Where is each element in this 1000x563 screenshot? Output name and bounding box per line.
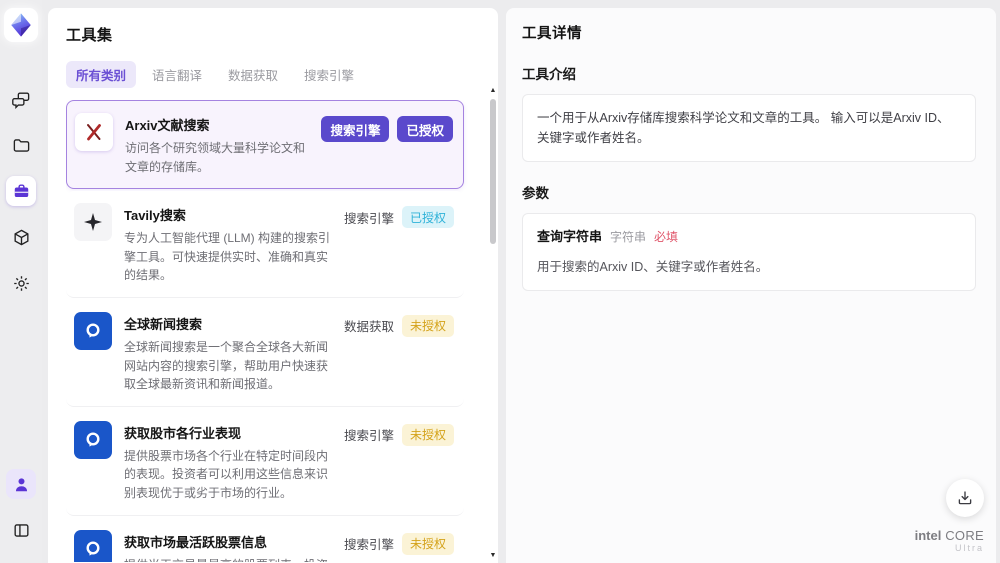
tool-description: 提供股票市场各个行业在特定时间段内的表现。投资者可以利用这些信息来识别表现优于或… — [124, 448, 329, 500]
tool-card[interactable]: 获取股市各行业表现 提供股票市场各个行业在特定时间段内的表现。投资者可以利用这些… — [66, 408, 464, 516]
parameter-name: 查询字符串 — [537, 229, 603, 244]
details-title: 工具详情 — [522, 26, 582, 42]
newsq-icon — [74, 529, 112, 562]
intro-box: 一个用于从Arxiv存储库搜索科学论文和文章的工具。 输入可以是Arxiv ID… — [522, 94, 976, 162]
tool-name: 全球新闻搜索 — [124, 316, 203, 332]
params-heading: 参数 — [522, 186, 549, 201]
tool-status-badge: 未授权 — [401, 532, 454, 555]
arxiv-icon — [75, 113, 113, 151]
tool-body: Arxiv文献搜索 访问各个研究领域大量科学论文和文章的存储库。 — [125, 113, 321, 176]
download-icon — [958, 491, 972, 505]
tool-category-tag: 搜索引擎 — [321, 116, 390, 142]
tool-name: Tavily搜索 — [124, 208, 186, 224]
sidebar-item-settings[interactable] — [6, 268, 36, 298]
tool-body: 获取股市各行业表现 提供股票市场各个行业在特定时间段内的表现。投资者可以利用这些… — [124, 421, 344, 503]
spark-icon — [74, 203, 112, 242]
sidebar-item-files[interactable] — [6, 130, 36, 160]
tool-description: 专为人工智能代理 (LLM) 构建的搜索引擎工具。可快速提供实时、准确和真实的结… — [124, 231, 331, 283]
tool-status-badge: 已授权 — [401, 206, 454, 229]
tool-category-tag: 搜索引擎 — [343, 211, 394, 226]
tool-description: 全球新闻搜索是一个聚合全球各大新闻网站内容的搜索引擎，帮助用户快速获取全球最新资… — [124, 339, 329, 392]
sidebar-item-chat[interactable] — [6, 84, 36, 114]
tool-description: 提供当天交易量最高的股票列表，投资者可以利用这些信息来识别流动性强的股票和潜在的… — [124, 556, 334, 562]
tool-description: 访问各个研究领域大量科学论文和文章的存储库。 — [125, 141, 306, 174]
briefcase-icon — [14, 183, 28, 197]
sidebar-item-panel-toggle[interactable] — [6, 515, 36, 545]
cube-icon — [13, 229, 29, 245]
category-tabs: 所有类别 语言翻译 数据获取 搜索引擎 — [66, 61, 478, 88]
app-logo[interactable] — [4, 8, 38, 42]
tool-body: Tavily搜索 专为人工智能代理 (LLM) 构建的搜索引擎工具。可快速提供实… — [124, 203, 344, 285]
ultra-wordmark: Ultra — [954, 543, 984, 553]
tab-data-fetch[interactable]: 数据获取 — [218, 61, 288, 88]
tool-body: 全球新闻搜索 全球新闻搜索是一个聚合全球各大新闻网站内容的搜索引擎，帮助用户快速… — [124, 312, 344, 394]
tool-meta: 搜索引擎 未授权 — [343, 532, 454, 555]
tool-category-tag: 数据获取 — [343, 320, 394, 335]
tool-card[interactable]: Tavily搜索 专为人工智能代理 (LLM) 构建的搜索引擎工具。可快速提供实… — [66, 191, 464, 298]
diamond-logo-icon — [11, 13, 31, 37]
sidebar-item-user[interactable] — [6, 469, 36, 499]
tool-meta: 搜索引擎 未授权 — [343, 423, 454, 446]
newsq-icon — [74, 420, 112, 459]
tool-list: Arxiv文献搜索 访问各个研究领域大量科学论文和文章的存储库。 搜索引擎 已授… — [66, 100, 478, 562]
intel-wordmark: intel — [914, 528, 942, 543]
newsq-icon — [74, 311, 112, 350]
tool-name: Arxiv文献搜索 — [125, 118, 210, 133]
gear-icon — [13, 275, 29, 291]
tool-list-scrollbar[interactable]: ▲ ▼ — [488, 86, 498, 561]
parameter-type: 字符串 — [610, 230, 647, 244]
tool-card[interactable]: Arxiv文献搜索 访问各个研究领域大量科学论文和文章的存储库。 搜索引擎 已授… — [66, 100, 464, 190]
tool-status-badge: 未授权 — [401, 314, 454, 337]
sidebar-item-models[interactable] — [6, 222, 36, 252]
chat-icon — [11, 91, 29, 109]
scroll-down-icon[interactable]: ▼ — [488, 551, 498, 561]
intro-heading: 工具介绍 — [522, 67, 576, 82]
tool-meta: 搜索引擎 已授权 — [343, 206, 454, 229]
tool-category-tag: 搜索引擎 — [343, 538, 394, 553]
tool-body: 获取市场最活跃股票信息 提供当天交易量最高的股票列表，投资者可以利用这些信息来识… — [124, 530, 344, 562]
layout-toggle-icon — [13, 523, 29, 537]
folder-icon — [13, 138, 29, 152]
page-title: 工具集 — [66, 27, 113, 44]
tool-status-badge: 未授权 — [401, 423, 454, 446]
intro-text: 一个用于从Arxiv存储库搜索科学论文和文章的工具。 输入可以是Arxiv ID… — [537, 111, 950, 145]
download-button[interactable] — [946, 479, 984, 517]
tool-meta: 数据获取 未授权 — [343, 314, 454, 337]
parameter-header: 查询字符串 字符串 必填 — [537, 227, 961, 248]
left-rail — [0, 0, 42, 563]
tool-details-panel: 工具详情 工具介绍 一个用于从Arxiv存储库搜索科学论文和文章的工具。 输入可… — [506, 8, 996, 563]
tool-card[interactable]: 获取市场最活跃股票信息 提供当天交易量最高的股票列表，投资者可以利用这些信息来识… — [66, 517, 464, 562]
tab-all-categories[interactable]: 所有类别 — [66, 61, 137, 88]
core-wordmark: CORE — [945, 528, 984, 543]
user-icon — [15, 477, 27, 491]
tool-category-tag: 搜索引擎 — [343, 429, 394, 444]
tool-name: 获取股市各行业表现 — [124, 425, 242, 441]
parameter-box: 查询字符串 字符串 必填 用于搜索的Arxiv ID、关键字或作者姓名。 — [522, 213, 976, 291]
sidebar-item-tools[interactable] — [6, 176, 36, 206]
tools-panel: 工具集 所有类别 语言翻译 数据获取 搜索引擎 Arxiv文献搜索 访问各个研究… — [48, 8, 498, 563]
tab-search-engine[interactable]: 搜索引擎 — [294, 61, 364, 88]
scrollbar-thumb[interactable] — [490, 99, 496, 244]
tool-card[interactable]: 全球新闻搜索 全球新闻搜索是一个聚合全球各大新闻网站内容的搜索引擎，帮助用户快速… — [66, 299, 464, 407]
tab-translation[interactable]: 语言翻译 — [142, 61, 212, 88]
parameter-description: 用于搜索的Arxiv ID、关键字或作者姓名。 — [537, 259, 769, 274]
tool-name: 获取市场最活跃股票信息 — [124, 534, 268, 550]
tool-status-badge: 已授权 — [397, 116, 453, 142]
scroll-up-icon[interactable]: ▲ — [488, 86, 498, 96]
parameter-required-badge: 必填 — [654, 230, 679, 244]
intel-core-logo: intel CORE Ultra — [915, 528, 984, 553]
tool-meta: 搜索引擎 已授权 — [321, 116, 453, 142]
